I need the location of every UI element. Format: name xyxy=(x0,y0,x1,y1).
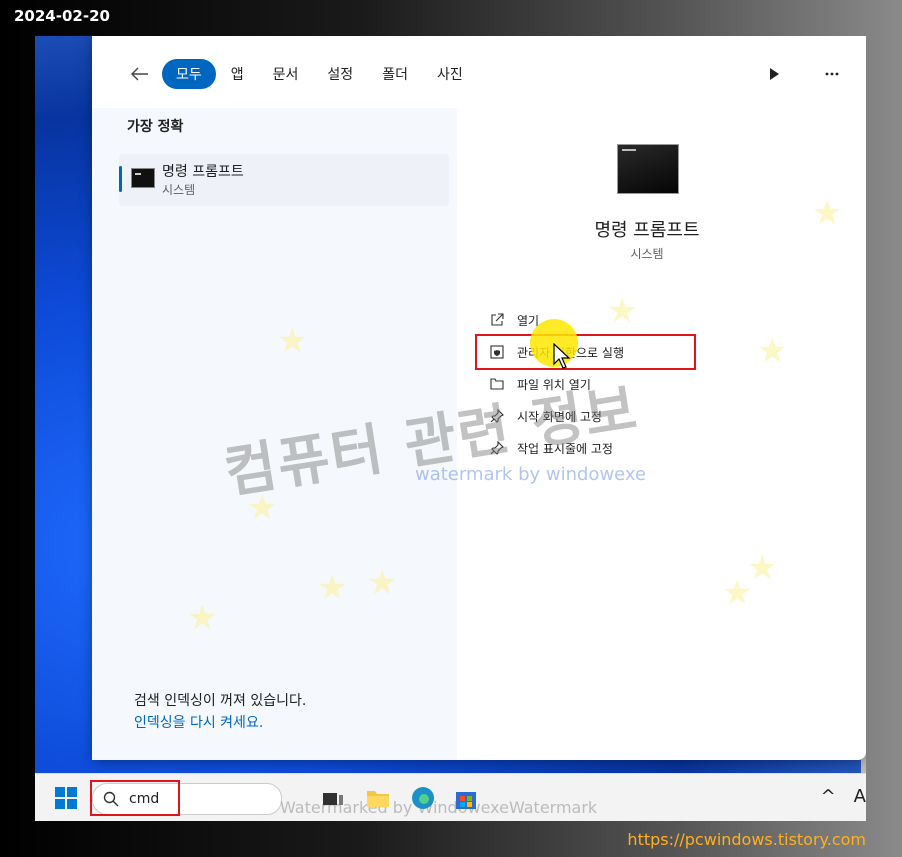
taskbar: Watermarked by WindowexeWatermark ^ A xyxy=(35,773,866,821)
tab-settings[interactable]: 설정 xyxy=(313,59,367,89)
star-decoration: ★ xyxy=(187,598,218,638)
play-button[interactable] xyxy=(764,62,784,86)
star-decoration: ★ xyxy=(367,563,398,603)
search-tabs: 모두 앱 문서 설정 폴더 사진 xyxy=(128,58,478,90)
tab-folders[interactable]: 폴더 xyxy=(368,59,422,89)
command-prompt-large-icon xyxy=(617,144,679,194)
selection-indicator xyxy=(119,166,122,192)
more-options-button[interactable] xyxy=(822,62,842,86)
search-panel: 모두 앱 문서 설정 폴더 사진 가장 정확 명령 프롬프트 시스템 ★ ★ ★… xyxy=(92,36,866,760)
file-explorer-icon[interactable] xyxy=(365,785,391,811)
ime-indicator[interactable]: A xyxy=(854,786,866,807)
star-decoration: ★ xyxy=(317,568,348,608)
best-match-result[interactable]: 명령 프롬프트 시스템 xyxy=(119,154,449,206)
tray-chevron-up-icon[interactable]: ^ xyxy=(821,786,836,807)
edge-browser-icon[interactable] xyxy=(410,785,436,811)
panel-toolbar xyxy=(764,62,842,86)
search-highlight-box xyxy=(90,780,180,816)
detail-app-type: 시스템 xyxy=(630,247,664,261)
result-type: 시스템 xyxy=(162,183,196,197)
mouse-cursor-icon xyxy=(553,343,571,369)
star-decoration: ★ xyxy=(277,321,308,361)
back-button[interactable] xyxy=(128,62,152,86)
open-external-icon xyxy=(489,312,505,328)
tab-all[interactable]: 모두 xyxy=(162,59,216,89)
detail-app-name: 명령 프롬프트 xyxy=(594,220,700,241)
shield-icon xyxy=(489,344,505,360)
best-match-heading: 가장 정확 xyxy=(127,119,184,135)
site-url: https://pcwindows.tistory.com xyxy=(627,830,866,849)
task-view-icon[interactable] xyxy=(320,785,346,811)
date-label: 2024-02-20 xyxy=(14,7,110,25)
command-prompt-icon xyxy=(131,168,155,188)
star-decoration: ★ xyxy=(722,573,753,613)
watermark-sub: watermark by windowexe xyxy=(415,464,647,485)
tab-documents[interactable]: 문서 xyxy=(259,59,313,89)
tab-photos[interactable]: 사진 xyxy=(423,59,477,89)
action-open[interactable]: 열기 xyxy=(477,304,777,336)
indexing-notice: 검색 인덱싱이 꺼져 있습니다. xyxy=(134,693,307,709)
indexing-enable-link[interactable]: 인덱싱을 다시 켜세요. xyxy=(134,712,263,732)
result-name: 명령 프롬프트 xyxy=(162,164,244,180)
desktop: 모두 앱 문서 설정 폴더 사진 가장 정확 명령 프롬프트 시스템 ★ ★ ★… xyxy=(35,36,866,821)
back-arrow-icon xyxy=(131,67,148,81)
star-decoration: ★ xyxy=(812,193,843,233)
action-run-as-admin[interactable]: 관리자 권한으로 실행 xyxy=(475,334,696,370)
play-icon xyxy=(770,68,779,80)
more-dots-icon xyxy=(825,72,839,76)
microsoft-store-icon[interactable] xyxy=(453,785,479,811)
system-tray: ^ A xyxy=(821,786,866,807)
tab-apps[interactable]: 앱 xyxy=(217,59,258,89)
windows-start-icon[interactable] xyxy=(55,787,77,809)
